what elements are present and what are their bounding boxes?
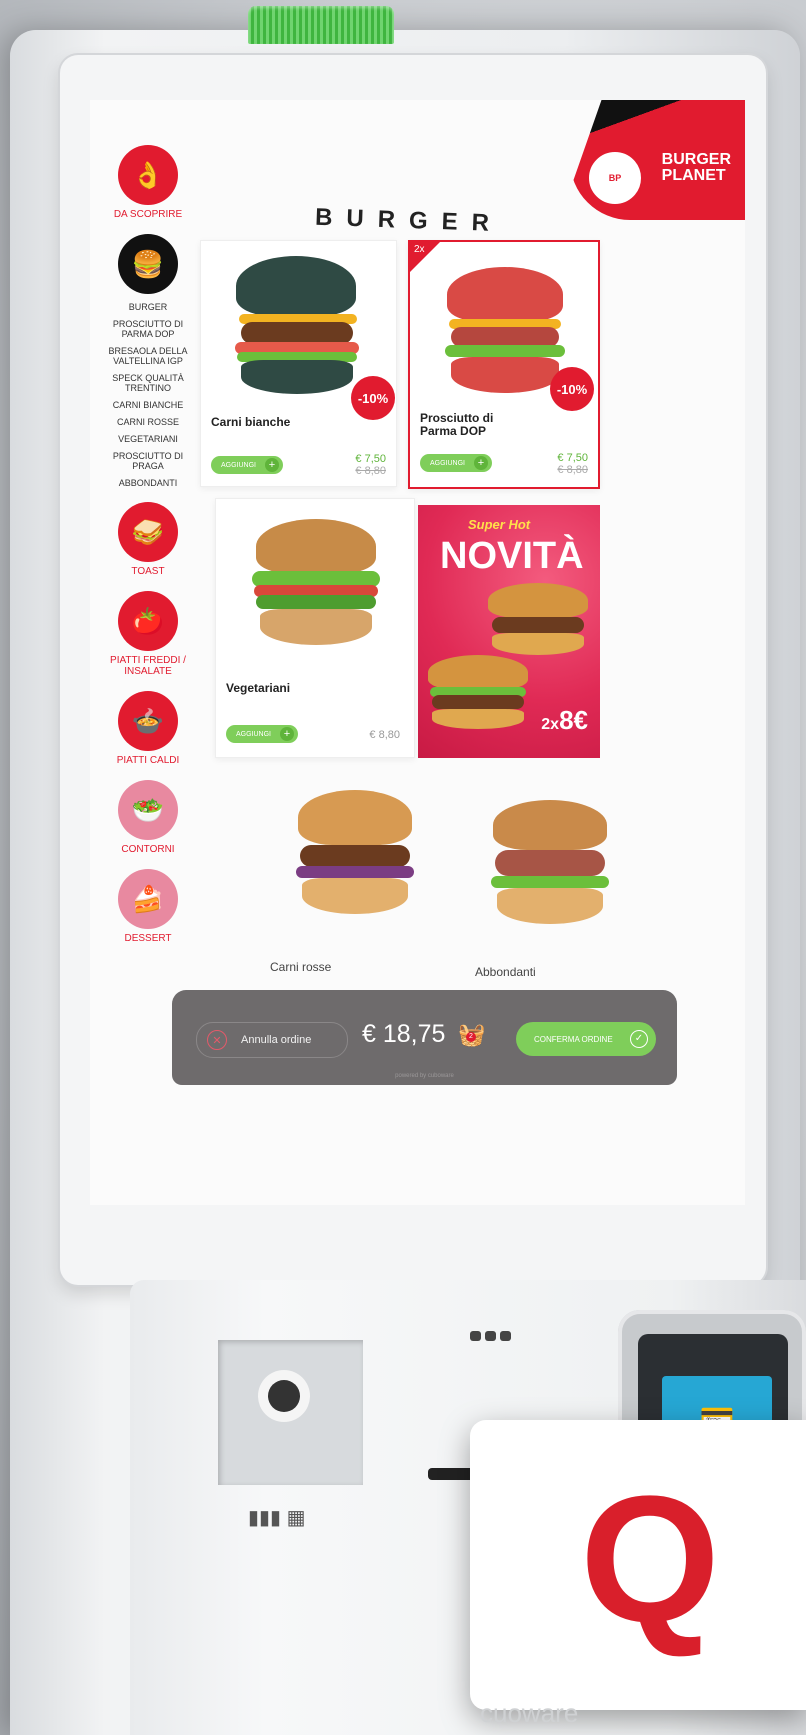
category-toast[interactable]: 🥪 TOAST <box>98 502 198 577</box>
discount-badge: -10% <box>351 376 395 420</box>
burger-image[interactable] <box>290 790 420 930</box>
cart-count-badge: 2 <box>466 1032 476 1042</box>
vegetables-icon: 🥗 <box>118 780 178 840</box>
barcode-qr-icon: ▮▮▮ ▦ <box>248 1507 306 1529</box>
brand-logo-icon: BP <box>589 152 641 204</box>
hot-dish-icon: 🍲 <box>118 691 178 751</box>
category-piatti-freddi[interactable]: 🍅 PIATTI FREDDI / INSALATE <box>98 591 198 677</box>
burger-icon: 🍔 <box>118 234 178 294</box>
add-button[interactable]: AGGIUNGI + <box>420 454 492 472</box>
product-name: Carni rosse <box>270 960 332 974</box>
footer-brand: cuoware <box>480 1698 579 1728</box>
product-name: Prosciutto di Parma DOP <box>420 411 494 438</box>
sidebar-item-carni-bianche[interactable]: CARNI BIANCHE <box>98 400 198 410</box>
category-piatti-caldi[interactable]: 🍲 PIATTI CALDI <box>98 691 198 766</box>
category-discover[interactable]: 👌 DA SCOPRIRE <box>98 145 198 220</box>
cake-icon: 🍰 <box>118 869 178 929</box>
sidebar-item-bresaola[interactable]: BRESAOLA DELLA VALTELLINA IGP <box>98 346 198 366</box>
burger-submenu: BURGER PROSCIUTTO DI PARMA DOP BRESAOLA … <box>98 302 198 488</box>
plus-icon: + <box>474 456 488 470</box>
sidebar-item-burger[interactable]: BURGER <box>98 302 198 312</box>
order-bar: ✕ Annulla ordine € 18,75 🧺 2 CONFERMA OR… <box>172 990 677 1085</box>
company-logo-icon: Q <box>580 1459 721 1660</box>
category-contorni[interactable]: 🥗 CONTORNI <box>98 780 198 855</box>
scanner-lens <box>268 1380 300 1412</box>
product-card[interactable]: 2x -10% Prosciutto di Parma DOP AGGIUNGI… <box>408 240 600 489</box>
burger-image <box>488 583 588 663</box>
plus-icon: + <box>280 727 294 741</box>
status-leds <box>470 1328 515 1346</box>
close-icon: ✕ <box>207 1030 227 1050</box>
order-total: € 18,75 <box>362 1020 446 1048</box>
product-name: Carni bianche <box>211 415 291 429</box>
sandwich-icon: 🥪 <box>118 502 178 562</box>
product-card[interactable]: -10% Carni bianche AGGIUNGI + € 7,50 € 8… <box>200 240 397 487</box>
sidebar-item-speck[interactable]: SPECK QUALITÀ TRENTINO <box>98 373 198 393</box>
company-logo-card: Q <box>470 1420 806 1710</box>
speaker-grill <box>248 6 394 44</box>
quantity-tag: 2x <box>410 242 440 272</box>
burger-image <box>428 655 528 735</box>
category-dessert[interactable]: 🍰 DESSERT <box>98 869 198 944</box>
promo-banner[interactable]: Super Hot NOVITÀ 2x8€ <box>418 505 600 758</box>
promo-price: 2x8€ <box>541 705 588 735</box>
hand-ok-icon: 👌 <box>118 145 178 205</box>
sidebar-item-carni-rosse[interactable]: CARNI ROSSE <box>98 417 198 427</box>
sidebar-item-vegetariani[interactable]: VEGETARIANI <box>98 434 198 444</box>
add-button[interactable]: AGGIUNGI + <box>226 725 298 743</box>
product-name: Vegetariani <box>226 681 291 695</box>
check-icon: ✓ <box>630 1030 648 1048</box>
sidebar-item-praga[interactable]: PROSCIUTTO DI PRAGA <box>98 451 198 471</box>
cancel-order-button[interactable]: ✕ Annulla ordine <box>196 1022 348 1058</box>
barcode-scanner <box>218 1340 363 1485</box>
plus-icon: + <box>265 458 279 472</box>
promo-subtitle: Super Hot <box>468 517 531 532</box>
confirm-order-button[interactable]: CONFERMA ORDINE ✓ <box>516 1022 656 1056</box>
product-price: € 7,50 € 8,80 <box>355 453 386 477</box>
burger-image <box>221 256 371 406</box>
discount-badge: -10% <box>550 367 594 411</box>
page-title: BURGER <box>314 203 504 238</box>
sidebar-item-prosciutto[interactable]: PROSCIUTTO DI PARMA DOP <box>98 319 198 339</box>
powered-by: powered by cuboware <box>395 1073 454 1079</box>
product-card[interactable]: Vegetariani AGGIUNGI + € 8,80 <box>215 498 415 758</box>
add-button[interactable]: AGGIUNGI + <box>211 456 283 474</box>
product-price: € 7,50 € 8,80 <box>557 452 588 476</box>
category-sidebar: 👌 DA SCOPRIRE 🍔 BURGER PROSCIUTTO DI PAR… <box>98 145 198 958</box>
product-name: Abbondanti <box>475 965 536 979</box>
sidebar-item-abbondanti[interactable]: ABBONDANTI <box>98 478 198 488</box>
basket-icon[interactable]: 🧺 2 <box>458 1022 486 1048</box>
category-burger[interactable]: 🍔 <box>98 234 198 294</box>
brand-name: BURGER PLANET <box>661 151 731 184</box>
product-price: € 8,80 <box>369 729 400 741</box>
burger-image <box>246 519 386 669</box>
burger-image[interactable] <box>485 800 615 940</box>
promo-title: NOVITÀ <box>440 535 584 577</box>
tomato-icon: 🍅 <box>118 591 178 651</box>
touch-screen: BP BURGER PLANET BURGER 👌 DA SCOPRIRE 🍔 … <box>90 100 745 1205</box>
